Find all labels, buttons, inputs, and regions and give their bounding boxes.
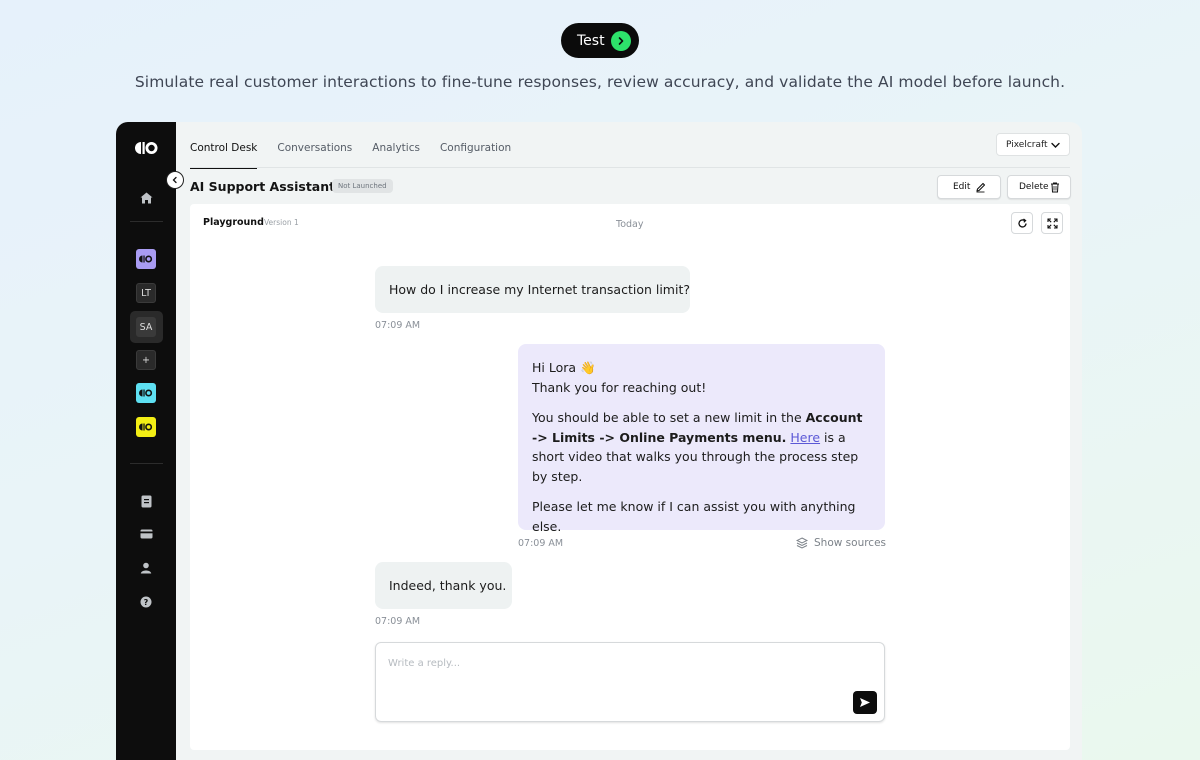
app-window: LT SA + ? Control Desk Conversations Ana…	[116, 122, 1082, 760]
chevron-left-icon	[172, 176, 177, 184]
user-message-text: How do I increase my Internet transactio…	[389, 282, 690, 297]
chevron-down-icon	[1051, 142, 1060, 148]
workspace-io-cyan[interactable]	[136, 383, 156, 403]
workspace-sa[interactable]: SA	[136, 317, 156, 337]
assistant-closing: Please let me know if I can assist you w…	[532, 499, 856, 534]
message-timestamp: 07:09 AM	[375, 616, 421, 627]
workspace-dropdown[interactable]: Pixelcraft	[996, 133, 1070, 156]
add-workspace-button[interactable]: +	[136, 350, 156, 370]
workspace-dropdown-value: Pixelcraft	[1006, 139, 1048, 150]
assistant-thanks: Thank you for reaching out!	[532, 379, 707, 395]
add-workspace-label: +	[142, 354, 150, 366]
tab-conversations[interactable]: Conversations	[277, 140, 352, 168]
collapse-sidebar-button[interactable]	[166, 171, 184, 189]
message-timestamp: 07:09 AM	[518, 538, 564, 549]
io-logo-icon	[139, 423, 153, 431]
refresh-icon	[1017, 218, 1027, 228]
user-message: Indeed, thank you.	[375, 562, 512, 609]
io-logo-icon[interactable]	[135, 138, 159, 158]
reply-input[interactable]: Write a reply...	[388, 658, 460, 669]
reset-conversation-button[interactable]	[1011, 212, 1033, 234]
edit-button[interactable]: Edit	[937, 175, 1001, 199]
delete-button-label: Delete	[1019, 182, 1049, 192]
pencil-icon	[976, 182, 986, 193]
status-badge: Not Launched	[332, 179, 393, 193]
workspace-lt-label: LT	[141, 287, 151, 299]
trash-icon	[1051, 182, 1059, 193]
assistant-greeting: Hi Lora 👋	[532, 360, 596, 375]
day-separator: Today	[616, 219, 644, 230]
chevron-right-icon	[611, 31, 631, 51]
assistant-text-a: You should be able to set a new limit in…	[532, 410, 806, 425]
user-message-text: Indeed, thank you.	[389, 578, 507, 593]
document-icon[interactable]	[136, 491, 156, 511]
hero-subtitle: Simulate real customer interactions to f…	[134, 73, 1066, 91]
workspace-io-purple[interactable]	[136, 249, 156, 269]
assistant-message: Hi Lora 👋 Thank you for reaching out! Yo…	[518, 344, 885, 534]
layers-icon	[796, 537, 808, 549]
show-sources-button[interactable]: Show sources	[796, 537, 886, 549]
card-icon[interactable]	[136, 524, 156, 544]
send-icon	[860, 698, 870, 707]
sidebar: LT SA + ?	[116, 122, 176, 760]
sidebar-divider	[130, 221, 163, 222]
main-tabs: Control Desk Conversations Analytics Con…	[190, 140, 531, 169]
sidebar-divider	[130, 463, 163, 464]
tab-control-desk[interactable]: Control Desk	[190, 140, 258, 169]
user-icon[interactable]	[136, 558, 156, 578]
svg-text:?: ?	[144, 598, 149, 607]
reply-composer[interactable]: Write a reply...	[375, 642, 885, 722]
user-message: How do I increase my Internet transactio…	[375, 266, 690, 313]
page-title: AI Support Assistant	[190, 179, 336, 194]
expand-icon	[1046, 217, 1058, 229]
send-button[interactable]	[853, 691, 877, 714]
help-icon[interactable]: ?	[136, 592, 156, 612]
message-timestamp: 07:09 AM	[375, 320, 421, 331]
workspace-lt[interactable]: LT	[136, 283, 156, 303]
expand-button[interactable]	[1041, 212, 1063, 234]
workspace-sa-label: SA	[139, 321, 153, 333]
home-icon[interactable]	[136, 188, 156, 208]
tab-analytics[interactable]: Analytics	[372, 140, 420, 168]
io-logo-icon	[139, 255, 153, 263]
test-pill-button[interactable]: Test	[561, 23, 639, 58]
edit-button-label: Edit	[953, 182, 971, 192]
show-sources-label: Show sources	[814, 537, 887, 549]
playground-panel: Playground Version 1 Today How do I incr…	[190, 204, 1070, 750]
delete-button[interactable]: Delete	[1007, 175, 1071, 199]
tabs-divider	[190, 167, 1070, 168]
playground-label: Playground	[203, 217, 264, 228]
io-logo-icon	[139, 389, 153, 397]
workspace-io-yellow[interactable]	[136, 417, 156, 437]
test-pill-label: Test	[577, 32, 605, 49]
video-link[interactable]: Here	[790, 430, 820, 445]
version-label: Version 1	[264, 218, 299, 227]
tab-configuration[interactable]: Configuration	[440, 140, 511, 168]
